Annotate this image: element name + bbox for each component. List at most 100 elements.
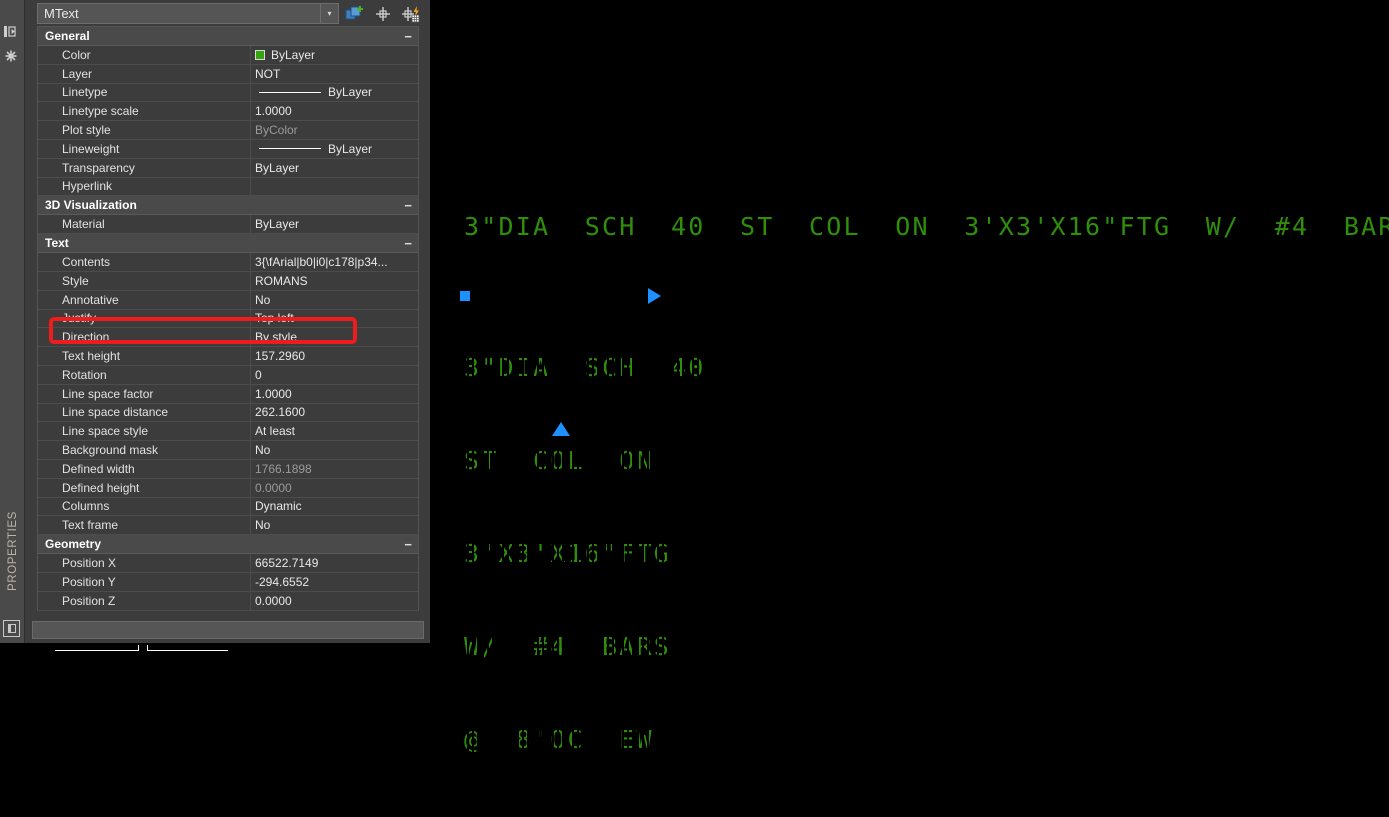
property-value[interactable]: 262.1600 <box>250 403 418 422</box>
section-collapse-icon[interactable]: − <box>404 30 412 43</box>
section-collapse-icon[interactable]: − <box>404 237 412 250</box>
cad-selected-line: @ 8"OC EW <box>464 724 706 755</box>
property-value[interactable]: 1.0000 <box>250 102 418 121</box>
property-row[interactable]: Contents 3{\fArial|b0|i0|c178|p34... <box>38 253 418 272</box>
settings-asterisk-icon[interactable] <box>0 47 22 65</box>
property-name: Text frame <box>62 518 119 533</box>
property-value[interactable]: NOT <box>250 64 418 83</box>
property-row[interactable]: Text frame No <box>38 516 418 536</box>
select-objects-button[interactable] <box>399 3 423 25</box>
property-row[interactable]: Position Y -294.6552 <box>38 572 418 592</box>
section-collapse-icon[interactable]: − <box>404 538 412 551</box>
property-value-text: ROMANS <box>255 273 308 288</box>
property-value[interactable]: 1.0000 <box>250 384 418 403</box>
property-name: Line space style <box>62 424 149 439</box>
property-row[interactable]: Layer NOT <box>38 64 418 84</box>
property-value-text: ByLayer <box>328 141 373 156</box>
property-row[interactable]: Lineweight ByLayer <box>38 139 418 159</box>
property-value[interactable]: 0.0000 <box>250 591 418 610</box>
property-value[interactable]: -294.6552 <box>250 572 418 591</box>
property-row[interactable]: Justify Top left <box>38 309 418 329</box>
property-row[interactable]: Line space distance 262.1600 <box>38 403 418 423</box>
property-value[interactable]: ByLayer <box>250 158 418 177</box>
chevron-down-icon[interactable]: ▾ <box>320 4 338 23</box>
section-header-3d-visualization[interactable]: 3D Visualization − <box>38 196 418 216</box>
property-value[interactable]: 3{\fArial|b0|i0|c178|p34... <box>250 253 418 271</box>
property-name: Rotation <box>62 367 107 382</box>
property-value[interactable]: ByLayer <box>250 215 418 234</box>
property-value[interactable]: By style <box>250 328 418 347</box>
property-row[interactable]: Plot style ByColor <box>38 121 418 140</box>
section-collapse-icon[interactable]: − <box>404 199 412 212</box>
property-value[interactable]: ROMANS <box>250 271 418 290</box>
property-row[interactable]: Line space style At least <box>38 422 418 442</box>
property-row[interactable]: Transparency ByLayer <box>38 158 418 178</box>
property-value-text: No <box>255 292 271 307</box>
grip-square-top-left[interactable] <box>460 291 470 301</box>
grip-triangle-bottom-center[interactable] <box>552 422 570 436</box>
property-row[interactable]: Material ByLayer <box>38 215 418 235</box>
property-value[interactable]: No <box>250 290 418 309</box>
property-value[interactable]: Dynamic <box>250 497 418 516</box>
property-value-text: ByLayer <box>255 160 300 175</box>
object-type-dropdown[interactable]: MText ▾ <box>37 3 339 24</box>
property-row[interactable]: Text height 157.2960 <box>38 347 418 366</box>
property-row[interactable]: Line space factor 1.0000 <box>38 384 418 404</box>
property-row[interactable]: Direction By style <box>38 328 418 348</box>
cad-selected-line: 3'X3'X16"FTG <box>464 538 706 569</box>
property-value[interactable]: 0 <box>250 365 418 384</box>
property-row[interactable]: Annotative No <box>38 290 418 310</box>
property-name: Transparency <box>62 160 135 175</box>
object-type-value: MText <box>44 6 79 21</box>
property-value[interactable]: ByColor <box>250 121 418 139</box>
grip-triangle-top-right[interactable] <box>648 288 661 304</box>
section-header-geometry[interactable]: Geometry − <box>38 535 418 555</box>
section-header-general[interactable]: General − <box>38 27 418 46</box>
property-row[interactable]: Defined width 1766.1898 <box>38 459 418 479</box>
section-title: 3D Visualization <box>45 198 137 213</box>
cad-text-selected-block[interactable]: 3"DIA SCH 40 ST COL ON 3'X3'X16"FTG W/ #… <box>464 290 706 817</box>
object-selector-row: MText ▾ <box>25 0 430 26</box>
property-value[interactable]: ByLayer <box>250 139 418 158</box>
window-edge-line-right <box>148 650 228 651</box>
property-name: Defined width <box>62 461 135 476</box>
cad-selected-line: W/ #4 BARS <box>464 631 706 662</box>
property-value[interactable]: At least <box>250 422 418 441</box>
property-value[interactable]: ByLayer <box>250 83 418 102</box>
property-value-text: NOT <box>255 66 281 81</box>
property-row[interactable]: Linetype ByLayer <box>38 83 418 103</box>
property-value-text: 0.0000 <box>255 593 292 608</box>
pickadd-button[interactable] <box>371 3 395 25</box>
property-row[interactable]: Hyperlink <box>38 177 418 197</box>
cad-text-unselected[interactable]: 3"DIA SCH 40 ST COL ON 3'X3'X16"FTG W/ #… <box>464 212 1389 241</box>
property-name: Line space factor <box>62 386 154 401</box>
property-value-text: ByLayer <box>255 217 300 232</box>
property-value[interactable]: 1766.1898 <box>250 459 418 478</box>
property-row[interactable]: Position X 66522.7149 <box>38 554 418 573</box>
property-name: Line space distance <box>62 405 169 420</box>
property-row[interactable]: Color ByLayer <box>38 46 418 65</box>
property-row[interactable]: Defined height 0.0000 <box>38 478 418 498</box>
property-value[interactable]: ByLayer <box>250 46 418 64</box>
property-value[interactable]: 0.0000 <box>250 478 418 497</box>
properties-list[interactable]: General − Color ByLayer Layer NOT Linetype ByLa… <box>37 26 419 611</box>
property-name: Columns <box>62 499 110 514</box>
property-row[interactable]: Rotation 0 <box>38 365 418 385</box>
property-value[interactable]: No <box>250 441 418 459</box>
property-row[interactable]: Background mask No <box>38 441 418 460</box>
property-value[interactable]: No <box>250 516 418 535</box>
quick-select-button[interactable] <box>343 3 367 25</box>
property-value[interactable]: Top left <box>250 309 418 328</box>
section-header-text[interactable]: Text − <box>38 234 418 254</box>
property-row[interactable]: Position Z 0.0000 <box>38 591 418 611</box>
property-row[interactable]: Style ROMANS <box>38 271 418 291</box>
auto-hide-icon[interactable] <box>0 22 22 40</box>
property-row[interactable]: Columns Dynamic <box>38 497 418 517</box>
property-row[interactable]: Linetype scale 1.0000 <box>38 102 418 122</box>
property-value-text: Dynamic <box>255 499 302 514</box>
property-value[interactable] <box>250 177 418 196</box>
property-value[interactable]: 157.2960 <box>250 347 418 365</box>
palette-bottom-scroll-track[interactable] <box>32 621 424 639</box>
panel-dock-icon[interactable] <box>3 620 20 637</box>
property-value[interactable]: 66522.7149 <box>250 554 418 572</box>
